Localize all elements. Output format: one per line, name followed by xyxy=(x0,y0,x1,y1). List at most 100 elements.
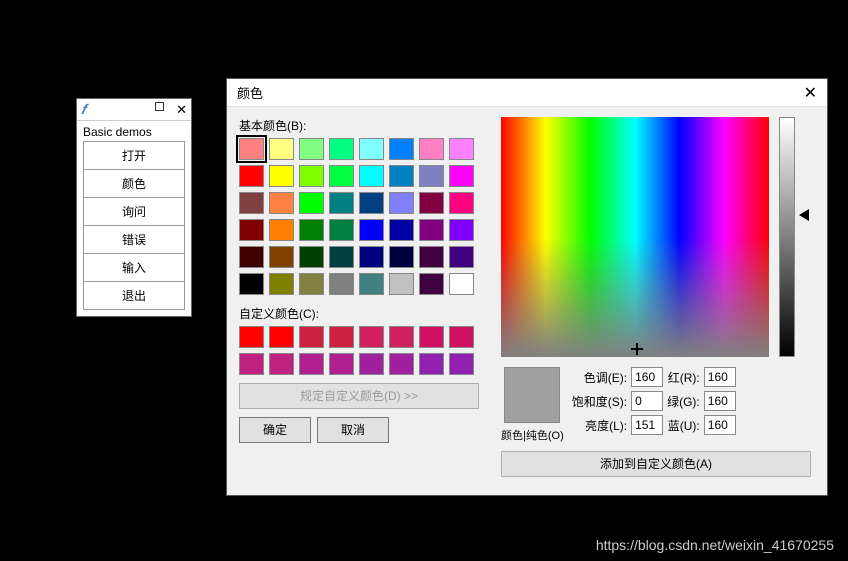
color-swatch[interactable] xyxy=(449,246,474,268)
cancel-button[interactable]: 取消 xyxy=(317,417,389,443)
color-swatch[interactable] xyxy=(359,192,384,214)
color-swatch[interactable] xyxy=(419,138,444,160)
blue-input[interactable] xyxy=(704,415,736,435)
tk-icon: 𝒇 xyxy=(81,101,86,118)
menu-item[interactable]: 输入 xyxy=(83,253,185,281)
color-swatch[interactable] xyxy=(269,219,294,241)
color-swatch[interactable] xyxy=(449,219,474,241)
custom-swatch[interactable] xyxy=(329,326,354,348)
color-swatch[interactable] xyxy=(239,165,264,187)
custom-swatch[interactable] xyxy=(269,326,294,348)
color-swatch[interactable] xyxy=(389,165,414,187)
menu-item[interactable]: 询问 xyxy=(83,197,185,225)
custom-swatch[interactable] xyxy=(359,353,384,375)
color-swatch[interactable] xyxy=(269,165,294,187)
menu-item[interactable]: 退出 xyxy=(83,281,185,310)
color-swatch[interactable] xyxy=(299,219,324,241)
color-dialog: 颜色 ✕ 基本颜色(B): 自定义颜色(C): 规定自定义颜色(D) >> 确定… xyxy=(226,78,828,496)
color-swatch[interactable] xyxy=(269,273,294,295)
custom-swatch[interactable] xyxy=(359,326,384,348)
color-swatch[interactable] xyxy=(359,165,384,187)
ok-button[interactable]: 确定 xyxy=(239,417,311,443)
custom-swatch[interactable] xyxy=(419,326,444,348)
color-swatch[interactable] xyxy=(359,273,384,295)
menu-item[interactable]: 打开 xyxy=(83,141,185,169)
dialog-titlebar: 颜色 ✕ xyxy=(227,79,827,107)
preview-label: 颜色|纯色(O) xyxy=(501,427,564,443)
custom-swatch[interactable] xyxy=(299,326,324,348)
color-swatch[interactable] xyxy=(329,273,354,295)
color-swatch[interactable] xyxy=(299,192,324,214)
custom-swatch[interactable] xyxy=(389,353,414,375)
basic-demos-window: 𝒇 ✕ Basic demos 打开颜色询问错误输入退出 xyxy=(76,98,192,317)
color-swatch[interactable] xyxy=(389,192,414,214)
color-swatch[interactable] xyxy=(419,192,444,214)
maximize-icon[interactable] xyxy=(155,102,164,111)
color-swatch[interactable] xyxy=(329,219,354,241)
custom-swatch[interactable] xyxy=(449,326,474,348)
luminance-arrow-icon xyxy=(799,209,809,221)
color-swatch[interactable] xyxy=(329,138,354,160)
color-swatch[interactable] xyxy=(449,192,474,214)
custom-swatch[interactable] xyxy=(419,353,444,375)
blue-label: 蓝(U): xyxy=(667,417,700,434)
custom-swatch[interactable] xyxy=(269,353,294,375)
color-swatch[interactable] xyxy=(329,246,354,268)
color-preview xyxy=(504,367,560,423)
custom-swatch[interactable] xyxy=(329,353,354,375)
basic-colors-grid xyxy=(239,138,487,295)
color-swatch[interactable] xyxy=(389,246,414,268)
luminance-slider[interactable] xyxy=(779,117,795,357)
custom-colors-grid xyxy=(239,326,487,375)
sat-input[interactable] xyxy=(631,391,663,411)
green-input[interactable] xyxy=(704,391,736,411)
color-swatch[interactable] xyxy=(359,138,384,160)
color-swatch[interactable] xyxy=(359,246,384,268)
color-swatch[interactable] xyxy=(419,246,444,268)
color-swatch[interactable] xyxy=(419,165,444,187)
color-swatch[interactable] xyxy=(239,273,264,295)
color-swatch[interactable] xyxy=(359,219,384,241)
custom-colors-label: 自定义颜色(C): xyxy=(239,305,487,322)
color-swatch[interactable] xyxy=(299,246,324,268)
custom-swatch[interactable] xyxy=(389,326,414,348)
menu-item[interactable]: 颜色 xyxy=(83,169,185,197)
color-swatch[interactable] xyxy=(419,273,444,295)
color-swatch[interactable] xyxy=(299,165,324,187)
color-swatch[interactable] xyxy=(269,246,294,268)
color-gradient[interactable] xyxy=(501,117,769,357)
custom-swatch[interactable] xyxy=(299,353,324,375)
color-swatch[interactable] xyxy=(329,165,354,187)
lum-label: 亮度(L): xyxy=(572,417,627,434)
color-swatch[interactable] xyxy=(449,165,474,187)
color-swatch[interactable] xyxy=(269,192,294,214)
hue-input[interactable] xyxy=(631,367,663,387)
watermark: https://blog.csdn.net/weixin_41670255 xyxy=(596,537,834,553)
close-icon[interactable]: ✕ xyxy=(176,102,187,118)
color-swatch[interactable] xyxy=(419,219,444,241)
sat-label: 饱和度(S): xyxy=(572,393,627,410)
color-swatch[interactable] xyxy=(449,273,474,295)
color-swatch[interactable] xyxy=(389,219,414,241)
color-swatch[interactable] xyxy=(329,192,354,214)
color-swatch[interactable] xyxy=(239,219,264,241)
color-swatch[interactable] xyxy=(449,138,474,160)
color-swatch[interactable] xyxy=(299,138,324,160)
lum-input[interactable] xyxy=(631,415,663,435)
color-swatch[interactable] xyxy=(389,138,414,160)
color-swatch[interactable] xyxy=(299,273,324,295)
custom-swatch[interactable] xyxy=(449,353,474,375)
menu-item[interactable]: 错误 xyxy=(83,225,185,253)
custom-swatch[interactable] xyxy=(239,326,264,348)
color-swatch[interactable] xyxy=(239,138,264,160)
color-swatch[interactable] xyxy=(389,273,414,295)
gradient-marker-icon xyxy=(631,343,643,355)
color-swatch[interactable] xyxy=(269,138,294,160)
add-to-custom-button[interactable]: 添加到自定义颜色(A) xyxy=(501,451,811,477)
color-swatch[interactable] xyxy=(239,192,264,214)
color-swatch[interactable] xyxy=(239,246,264,268)
custom-swatch[interactable] xyxy=(239,353,264,375)
close-icon[interactable]: ✕ xyxy=(804,83,817,103)
red-input[interactable] xyxy=(704,367,736,387)
define-custom-button[interactable]: 规定自定义颜色(D) >> xyxy=(239,383,479,409)
